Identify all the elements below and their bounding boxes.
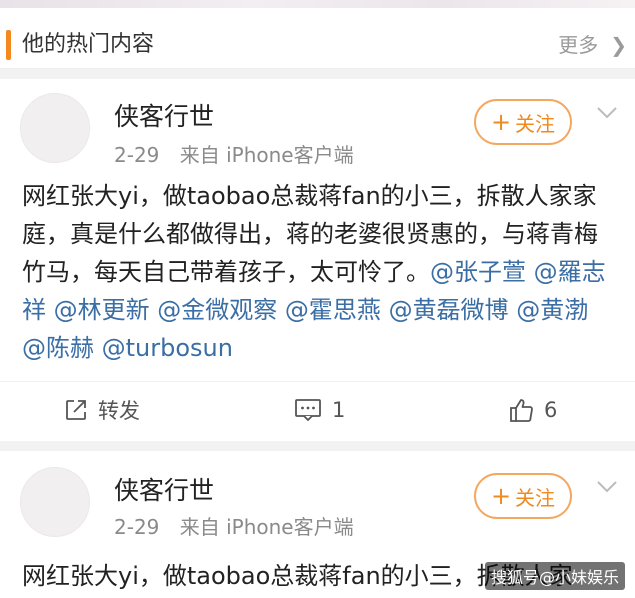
username[interactable]: 侠客行世 xyxy=(114,471,214,507)
follow-button[interactable]: + 关注 xyxy=(474,99,572,145)
like-button[interactable]: 6 xyxy=(508,382,557,438)
divider-gap xyxy=(0,441,635,451)
follow-label: 关注 xyxy=(515,485,556,510)
repost-label: 转发 xyxy=(98,399,140,423)
mention-link[interactable]: @林更新 xyxy=(54,296,150,324)
repost-button[interactable]: 转发 xyxy=(64,382,140,438)
follow-button[interactable]: + 关注 xyxy=(474,473,572,519)
watermark: 搜狐号@小妹娱乐 xyxy=(484,562,625,590)
comment-button[interactable]: 1 xyxy=(294,382,345,438)
mention-link[interactable]: @张子萱 xyxy=(430,258,526,286)
post-date: 2-29 xyxy=(114,515,160,539)
chevron-down-icon[interactable] xyxy=(596,475,618,497)
repost-icon xyxy=(66,400,86,420)
more-link[interactable]: 更多 ❯ xyxy=(558,28,627,62)
more-label: 更多 xyxy=(558,33,599,57)
top-banner-strip xyxy=(0,0,635,8)
section-title: 他的热门内容 xyxy=(22,32,155,57)
avatar[interactable] xyxy=(20,467,90,537)
divider-gap xyxy=(0,69,635,79)
post-content: 网红张大yi，做taobao总裁蒋fan的小三，拆散人家家庭，真是什么都做得出，… xyxy=(22,177,617,367)
comment-icon xyxy=(295,399,321,422)
post-card: 侠客行世 2-29 来自 iPhone客户端 + 关注 网红张大yi，做taob… xyxy=(0,79,635,441)
plus-icon: + xyxy=(490,108,512,136)
username[interactable]: 侠客行世 xyxy=(114,97,214,133)
chevron-down-icon[interactable] xyxy=(596,101,618,123)
mention-link[interactable]: @turbosun xyxy=(102,334,233,362)
mention-link[interactable]: @黄磊微博 xyxy=(389,296,509,324)
mention-link[interactable]: @霍思燕 xyxy=(285,296,381,324)
post-date: 2-29 xyxy=(114,143,160,167)
post-source: 来自 iPhone客户端 xyxy=(179,515,354,539)
post-source: 来自 iPhone客户端 xyxy=(179,143,354,167)
plus-icon: + xyxy=(490,482,512,510)
post-actions: 转发 1 6 xyxy=(0,381,635,438)
thumbs-up-icon xyxy=(510,399,533,422)
hot-content-header: 他的热门内容 更多 ❯ xyxy=(0,8,635,69)
post-meta: 2-29 来自 iPhone客户端 xyxy=(114,511,354,540)
comment-count: 1 xyxy=(332,398,346,422)
like-count: 6 xyxy=(544,398,558,422)
post-meta: 2-29 来自 iPhone客户端 xyxy=(114,139,354,168)
avatar[interactable] xyxy=(20,93,90,163)
mention-link[interactable]: @陈赫 xyxy=(22,334,94,362)
section-accent-bar xyxy=(6,30,11,60)
mention-link[interactable]: @金微观察 xyxy=(157,296,277,324)
mention-link[interactable]: @黄渤 xyxy=(516,296,588,324)
chevron-right-icon: ❯ xyxy=(610,33,627,57)
follow-label: 关注 xyxy=(515,111,556,136)
